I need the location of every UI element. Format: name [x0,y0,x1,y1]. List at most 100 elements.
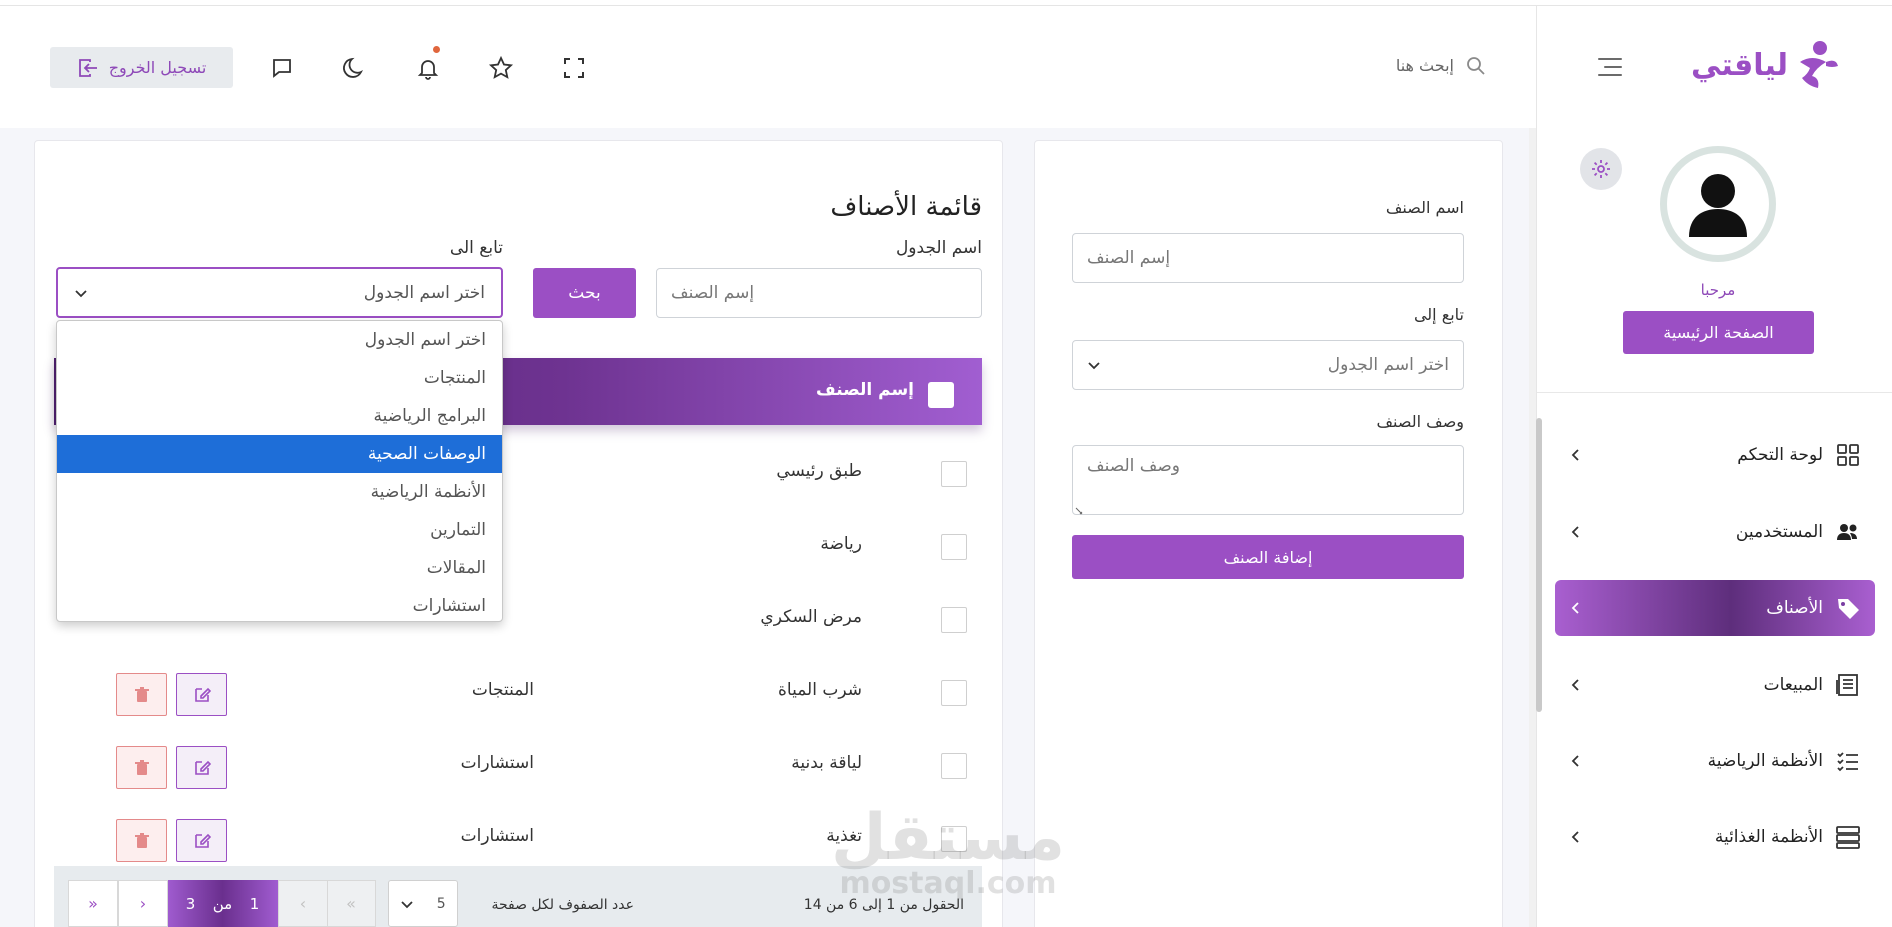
users-icon [1837,524,1857,540]
sidebar-item-label: المبيعات [1763,675,1823,695]
chevron-down-icon [1088,362,1100,370]
category-search-input[interactable]: إسم الصنف [656,268,982,318]
chevron-down-icon [401,900,413,908]
search-button[interactable]: بحث [533,268,636,318]
table-row: لياقة بدنية استشارات [54,733,982,806]
row-category-name: لياقة بدنية [791,753,862,773]
sidebar-item-categories[interactable]: الأصناف [1555,580,1875,636]
checklist-icon [1837,752,1858,772]
home-page-button[interactable]: الصفحة الرئيسية [1623,311,1814,354]
row-checkbox[interactable] [941,534,967,560]
row-parent-table: استشارات [460,753,534,773]
delete-button[interactable] [116,673,167,716]
sidebar-item-label: المستخدمين [1735,522,1823,542]
row-checkbox[interactable] [941,461,967,487]
logout-label: تسجيل الخروج [108,58,207,77]
welcome-text: مرحبا [1700,281,1736,299]
column-header-name: إسم الصنف [816,380,914,400]
star-icon[interactable] [487,54,515,82]
server-icon [1836,826,1860,849]
search-icon [1467,57,1485,75]
category-name-input[interactable]: إسم الصنف [1072,233,1464,283]
edit-pencil-icon [194,687,211,702]
watermark-logo: مستقل [830,801,1066,875]
edit-button[interactable] [176,673,227,716]
of-label: من [212,894,233,913]
chevron-left-icon [1571,449,1579,461]
textarea-resize-handle[interactable] [1074,501,1084,515]
profile-settings-button[interactable] [1580,148,1622,190]
dropdown-option-selected[interactable]: الوصفات الصحية [57,435,502,473]
row-checkbox[interactable] [941,607,967,633]
page-title: قائمة الأصناف [830,192,982,222]
dropdown-option[interactable]: استشارات [57,587,502,621]
dark-mode-moon-icon[interactable] [341,54,369,82]
chat-message-icon[interactable] [268,54,296,82]
select-all-checkbox[interactable] [928,382,954,408]
user-avatar-icon [1689,174,1747,237]
total-pages: 3 [185,894,196,913]
fullscreen-icon[interactable] [560,54,588,82]
sidebar-item-sales[interactable]: المبيعات [1555,657,1875,713]
logout-icon [78,58,97,77]
sidebar-divider [1537,392,1892,393]
notification-dot [433,46,440,53]
brand-logo[interactable]: لياقتي [1690,40,1840,92]
edit-pencil-icon [194,833,211,848]
row-category-name: طبق رئيسي [776,461,862,481]
category-parent-value: اختر اسم الجدول [1327,355,1449,375]
gear-icon [1592,160,1610,178]
dropdown-option[interactable]: الأنظمة الرياضية [57,473,502,511]
chevron-left-icon [1571,526,1579,538]
last-page-button[interactable]: » [68,880,118,927]
edit-button[interactable] [176,819,227,862]
row-checkbox[interactable] [941,680,967,706]
sidebar-item-dashboard[interactable]: لوحة التحكم [1555,427,1875,483]
rows-per-page-value: 5 [436,895,446,912]
sidebar-item-label: لوحة التحكم [1737,445,1823,465]
sidebar-item-users[interactable]: المستخدمين [1555,504,1875,560]
avatar[interactable] [1660,146,1776,262]
header-search[interactable]: إبحث هنا [1340,50,1490,82]
row-category-name: رياضة [820,534,862,554]
watermark-url: mostaql.com [839,866,1057,901]
notification-bell-icon[interactable] [414,46,442,82]
parent-filter-dropdown: اختر اسم الجدول المنتجات البرامج الرياضي… [56,320,503,622]
add-category-button[interactable]: إضافة الصنف [1072,535,1464,579]
chevron-left-icon [1571,679,1579,691]
delete-button[interactable] [116,819,167,862]
trash-icon [134,832,149,848]
row-parent-table: المنتجات [471,680,534,700]
page-scroll-gutter[interactable] [1529,128,1536,927]
logout-button[interactable]: تسجيل الخروج [50,47,233,88]
dropdown-option[interactable]: البرامج الرياضية [57,397,502,435]
dropdown-option[interactable]: المنتجات [57,359,502,397]
runner-logo-icon [1800,41,1838,88]
dropdown-option[interactable]: المقالات [57,549,502,587]
menu-toggle-icon[interactable] [1598,58,1622,76]
category-parent-label: تابع إلى [1413,305,1464,324]
dropdown-option[interactable]: اختر اسم الجدول [57,321,502,359]
sidebar-item-sport-systems[interactable]: الأنظمة الرياضية [1555,733,1875,789]
sidebar-scrollbar[interactable] [1536,418,1542,712]
sidebar-item-label: الأنظمة الغذائية [1714,827,1823,847]
trash-icon [134,686,149,702]
dropdown-option[interactable]: التمارين [57,511,502,549]
delete-button[interactable] [116,746,167,789]
header-search-input[interactable]: إبحث هنا [1396,56,1454,75]
parent-filter-select[interactable]: اختر اسم الجدول [56,267,503,318]
row-checkbox[interactable] [941,753,967,779]
sidebar-item-diet-systems[interactable]: الأنظمة الغذائية [1555,809,1875,865]
table-name-label: اسم الجدول [895,238,982,258]
edit-button[interactable] [176,746,227,789]
current-page: 1 [249,894,260,913]
category-parent-select[interactable]: اختر اسم الجدول [1072,340,1464,390]
prev-page-button[interactable]: ‹ [278,880,328,927]
category-description-textarea[interactable]: وصف الصنف [1072,445,1464,515]
parent-filter-label: تابع الى [449,238,503,258]
sidebar-item-label: الأنظمة الرياضية [1707,751,1823,771]
edit-pencil-icon [194,760,211,775]
first-page-button[interactable]: « [326,880,376,927]
rows-per-page-select[interactable]: 5 [388,880,458,927]
next-page-button[interactable]: › [118,880,168,927]
